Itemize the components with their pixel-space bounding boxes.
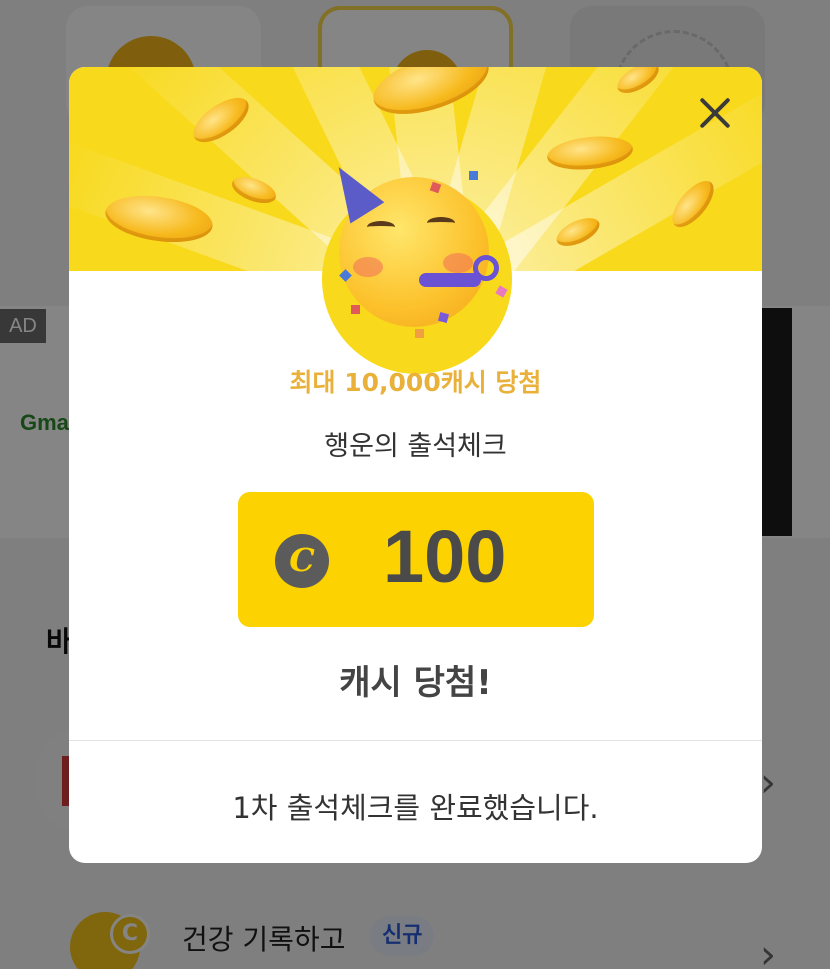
emoji-blush [353, 257, 383, 277]
reward-amount: 100 [383, 515, 507, 598]
emoji-eye [367, 221, 395, 233]
divider [69, 740, 762, 741]
emoji-eye [427, 217, 455, 229]
close-button[interactable] [691, 89, 739, 137]
result-text: 캐시 당첨! [339, 663, 492, 703]
confetti [351, 305, 360, 314]
reward-amount-box: C 100 [238, 492, 594, 627]
modal-title: 행운의 출석체크 [324, 431, 507, 462]
promo-text: 최대 10,000캐시 당첨 [289, 368, 542, 397]
emoji-blush [443, 253, 473, 273]
confetti [415, 329, 424, 338]
party-blower-icon [419, 273, 481, 287]
completion-message: 1차 출석체크를 완료했습니다. [232, 791, 599, 825]
confetti [469, 171, 478, 180]
cash-coin-icon: C [275, 534, 329, 588]
party-blower-coil [473, 255, 499, 281]
attendance-reward-modal: 최대 10,000캐시 당첨 행운의 출석체크 C 100 캐시 당첨! 1차 … [69, 67, 762, 863]
